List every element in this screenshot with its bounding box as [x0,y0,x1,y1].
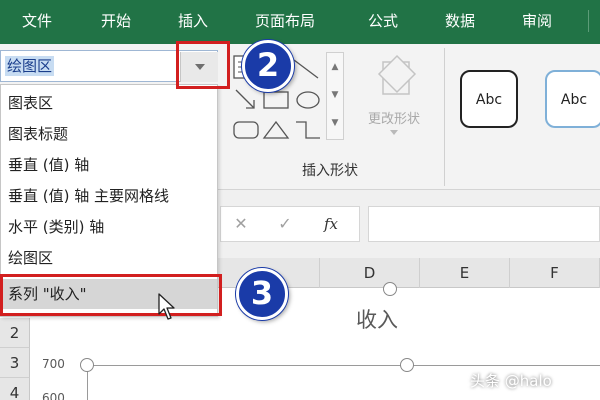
rectangle-shape-icon [263,91,289,109]
triangle-shape-icon [262,120,290,139]
highlight-series-option [0,274,222,316]
row-header-2[interactable]: 2 [0,318,30,348]
dropdown-option-horizontal-axis[interactable]: 水平 (类别) 轴 [1,212,217,242]
enter-icon[interactable]: ✓ [265,207,305,241]
insert-function-icon[interactable]: fx [311,207,351,241]
rounded-rect-shape-icon [233,121,259,139]
column-header-e[interactable]: E [420,258,510,288]
cancel-icon[interactable]: ✕ [221,207,261,241]
tab-data[interactable]: 数据 [445,0,475,44]
y-axis-tick-label: 600 [42,391,65,400]
change-shape-icon [377,54,417,95]
tab-review[interactable]: 审阅 [522,0,552,44]
tab-home[interactable]: 开始 [101,0,131,44]
mouse-cursor-icon [158,293,175,320]
insert-shapes-group-label: 插入形状 [302,163,358,179]
tab-formulas[interactable]: 公式 [368,0,398,44]
change-shape-button[interactable]: 更改形状 [354,50,434,140]
ribbon-tab-bar: 文件 开始 插入 页面布局 公式 数据 审阅 [0,0,600,44]
tab-insert[interactable]: 插入 [178,0,208,44]
gallery-more-icon[interactable]: ▼ [327,109,343,137]
chart-title[interactable]: 收入 [356,304,398,334]
scroll-down-icon[interactable]: ▼ [327,81,343,109]
tab-page-layout[interactable]: 页面布局 [255,0,315,44]
oval-shape-icon [296,91,320,109]
chart-element-selector-value: 绘图区 [5,56,55,76]
dropdown-option-vertical-axis-gridlines[interactable]: 垂直 (值) 轴 主要网格线 [1,181,217,211]
shape-style-preset[interactable]: Abc [545,70,600,128]
chevron-down-icon [390,130,398,135]
tab-file[interactable]: 文件 [22,0,52,44]
plot-area-resize-handle[interactable] [400,358,414,372]
shapes-gallery-scrollbar[interactable]: ▲ ▼ ▼ [326,52,344,140]
arrow-shape-icon [235,89,255,109]
dropdown-option-vertical-axis[interactable]: 垂直 (值) 轴 [1,150,217,180]
change-shape-label: 更改形状 [367,112,420,127]
column-header-f[interactable]: F [510,258,600,288]
dropdown-option-chart-area[interactable]: 图表区 [1,88,217,118]
line-shape-icon [293,59,319,79]
watermark: 头条 @halo [470,372,552,390]
row-header-4[interactable]: 4 [0,378,30,400]
shape-style-preset[interactable]: Abc [460,70,518,128]
dropdown-option-chart-title[interactable]: 图表标题 [1,119,217,149]
row-header-3[interactable]: 3 [0,348,30,378]
column-header-d[interactable]: D [320,258,420,288]
formula-bar-buttons: ✕ ✓ fx [220,206,360,242]
chart-resize-handle[interactable] [383,282,397,296]
scroll-up-icon[interactable]: ▲ [327,53,343,81]
step-3-callout: 3 [236,268,288,320]
y-axis-tick-label: 700 [42,357,65,371]
highlight-dropdown-button [176,41,230,89]
elbow-connector-icon [296,121,320,139]
tab-overflow-edge [588,10,600,32]
plot-area-resize-handle[interactable] [80,358,94,372]
formula-input[interactable] [368,206,600,242]
step-2-callout: 2 [242,40,294,92]
dropdown-option-plot-area[interactable]: 绘图区 [1,243,217,273]
ribbon-group-divider [444,48,445,186]
